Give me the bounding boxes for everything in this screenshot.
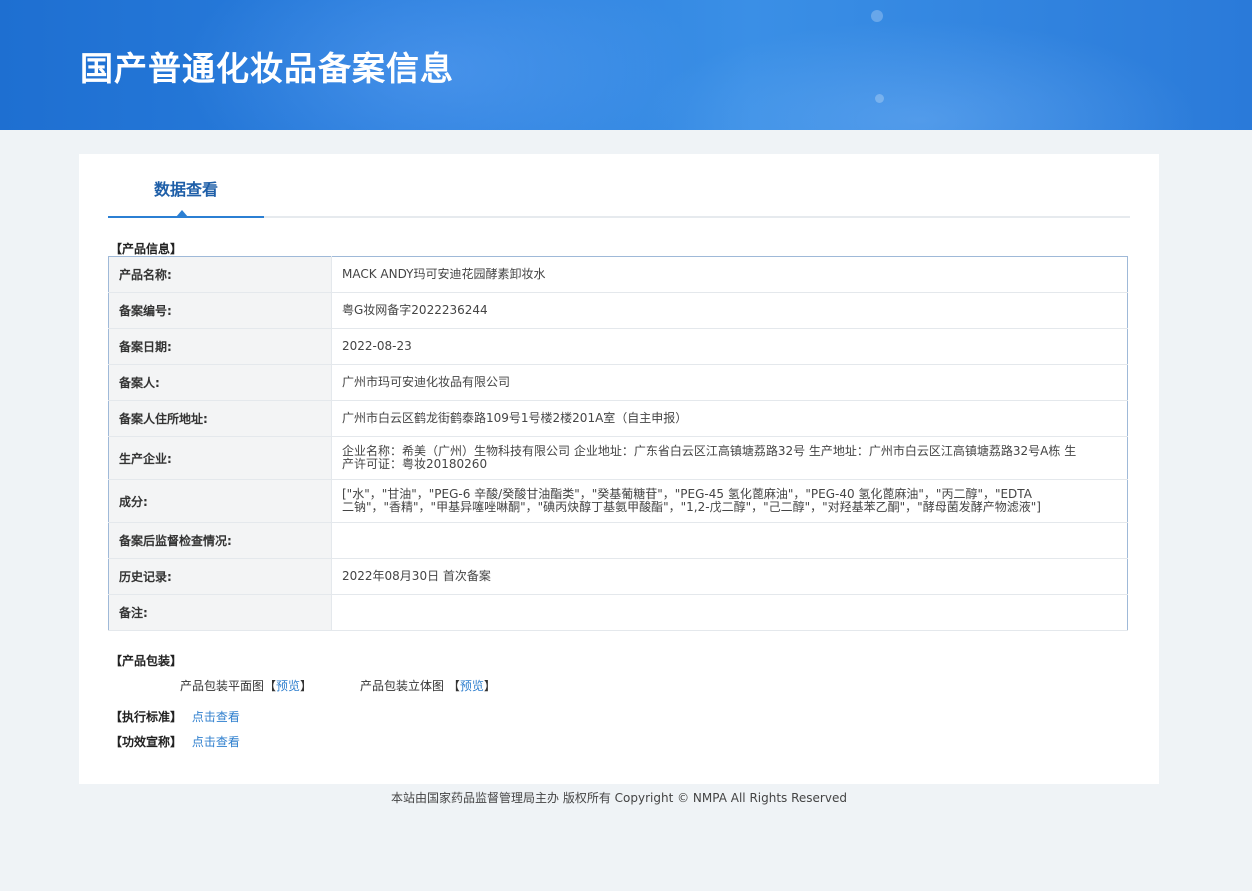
- packaging-stereo-item: 产品包装立体图 【预览】: [360, 677, 496, 694]
- table-row: 备案后监督检查情况:: [108, 522, 1128, 559]
- flat-preview-link[interactable]: 预览: [276, 679, 300, 693]
- header-banner: 国产普通化妆品备案信息: [0, 0, 1252, 130]
- row-value-text: ["水"，"甘油"，"PEG-6 辛酸/癸酸甘油酯类"，"癸基葡糖苷"，"PEG…: [342, 487, 1041, 514]
- product-info-heading: 【产品信息】: [110, 242, 183, 256]
- packaging-stereo-label: 产品包装立体图: [360, 679, 448, 693]
- content-card: 数据查看 【产品信息】 产品名称: MACK ANDY玛可安迪花园酵素卸妆水 备…: [79, 154, 1159, 784]
- row-key: 备案日期:: [108, 328, 332, 365]
- standard-view-link[interactable]: 点击查看: [192, 710, 240, 724]
- row-key: 成分:: [108, 479, 332, 523]
- packaging-flat-label: 产品包装平面图: [180, 679, 265, 693]
- row-value: ["水"，"甘油"，"PEG-6 辛酸/癸酸甘油酯类"，"癸基葡糖苷"，"PEG…: [331, 479, 1128, 523]
- table-row: 备案日期: 2022-08-23: [108, 328, 1128, 365]
- bracket: 【: [264, 679, 277, 693]
- table-row: 备注:: [108, 594, 1128, 631]
- footer-copyright: 本站由国家药品监督管理局主办 版权所有 Copyright © NMPA All…: [391, 791, 847, 805]
- table-row: 历史记录: 2022年08月30日 首次备案: [108, 558, 1128, 595]
- standard-row: 【执行标准】 点击查看: [110, 708, 240, 725]
- row-key: 备案人住所地址:: [108, 400, 332, 437]
- row-value: 粤G妆网备字2022236244: [331, 292, 1128, 329]
- row-value: 企业名称：希美（广州）生物科技有限公司 企业地址：广东省白云区江高镇塘荔路32号…: [331, 436, 1128, 480]
- bracket: 【: [447, 679, 460, 693]
- tab-active-indicator: [176, 210, 188, 217]
- page-title: 国产普通化妆品备案信息: [80, 49, 454, 88]
- banner-decoration-dot: [875, 94, 884, 103]
- efficacy-row: 【功效宣称】 点击查看: [110, 733, 240, 750]
- row-value: 2022-08-23: [331, 328, 1128, 365]
- table-row: 备案人: 广州市玛可安迪化妆品有限公司: [108, 364, 1128, 401]
- packaging-flat-item: 产品包装平面图【预览】: [180, 677, 312, 694]
- table-row: 生产企业: 企业名称：希美（广州）生物科技有限公司 企业地址：广东省白云区江高镇…: [108, 436, 1128, 480]
- row-value: 广州市玛可安迪化妆品有限公司: [331, 364, 1128, 401]
- row-key: 备案人:: [108, 364, 332, 401]
- row-value: 2022年08月30日 首次备案: [331, 558, 1128, 595]
- standard-label: 【执行标准】: [110, 710, 183, 724]
- row-value: MACK ANDY玛可安迪花园酵素卸妆水: [331, 256, 1128, 293]
- packaging-heading: 【产品包装】: [110, 654, 183, 668]
- row-value-text: 企业名称：希美（广州）生物科技有限公司 企业地址：广东省白云区江高镇塘荔路32号…: [342, 444, 1077, 471]
- tab-bar: 数据查看: [108, 154, 1130, 218]
- banner-decoration-dot: [871, 10, 883, 22]
- bracket: 】: [483, 679, 496, 693]
- bracket: 】: [300, 679, 313, 693]
- row-key: 备注:: [108, 594, 332, 631]
- row-value: [331, 522, 1128, 559]
- row-value: [331, 594, 1128, 631]
- row-key: 历史记录:: [108, 558, 332, 595]
- row-key: 生产企业:: [108, 436, 332, 480]
- table-row: 产品名称: MACK ANDY玛可安迪花园酵素卸妆水: [108, 256, 1128, 293]
- row-value: 广州市白云区鹤龙街鹤泰路109号1号楼2楼201A室（自主申报）: [331, 400, 1128, 437]
- table-row: 备案编号: 粤G妆网备字2022236244: [108, 292, 1128, 329]
- tab-label: 数据查看: [153, 180, 218, 199]
- banner-decoration: [640, 20, 1200, 130]
- efficacy-label: 【功效宣称】: [110, 735, 183, 749]
- table-row: 成分: ["水"，"甘油"，"PEG-6 辛酸/癸酸甘油酯类"，"癸基葡糖苷"，…: [108, 479, 1128, 523]
- table-row: 备案人住所地址: 广州市白云区鹤龙街鹤泰路109号1号楼2楼201A室（自主申报…: [108, 400, 1128, 437]
- row-key: 备案编号:: [108, 292, 332, 329]
- row-key: 备案后监督检查情况:: [108, 522, 332, 559]
- tab-data-view[interactable]: 数据查看: [108, 154, 264, 218]
- row-key: 产品名称:: [108, 256, 332, 293]
- efficacy-view-link[interactable]: 点击查看: [192, 735, 240, 749]
- product-info-table: 产品名称: MACK ANDY玛可安迪花园酵素卸妆水 备案编号: 粤G妆网备字2…: [108, 256, 1128, 631]
- stereo-preview-link[interactable]: 预览: [460, 679, 484, 693]
